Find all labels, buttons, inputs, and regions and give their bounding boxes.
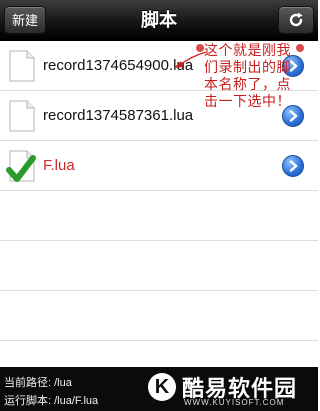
empty-row [0,241,318,291]
annotation-dot [196,44,204,52]
empty-row [0,291,318,341]
file-name: record1374587361.lua [43,107,194,124]
file-icon [9,50,35,82]
refresh-button[interactable] [278,6,314,34]
chevron-right-icon [289,110,298,122]
empty-row [0,191,318,241]
navigation-bar: 新建 脚本 [0,0,318,41]
annotation-text: 这个就是刚我们录制出的脚本名称了，点击一下选中！ [204,42,291,109]
file-name: F.lua [43,157,75,174]
running-script: 运行脚本: /lua/F.lua [4,395,99,407]
annotation-dot [296,44,304,52]
list-item-selected[interactable]: F.lua [0,141,318,191]
chevron-right-icon [289,160,298,172]
watermark-url: WWW.KUYISOFT.COM [184,398,285,407]
refresh-icon [289,12,303,27]
file-icon [9,100,35,132]
checkmark-icon [6,155,36,182]
page-title: 脚本 [141,10,177,30]
current-path: 当前路径: /lua [4,377,72,389]
disclosure-button[interactable] [282,155,304,177]
watermark: K 酷易软件园 WWW.KUYISOFT.COM [142,367,318,411]
watermark-logo: K [148,373,176,401]
